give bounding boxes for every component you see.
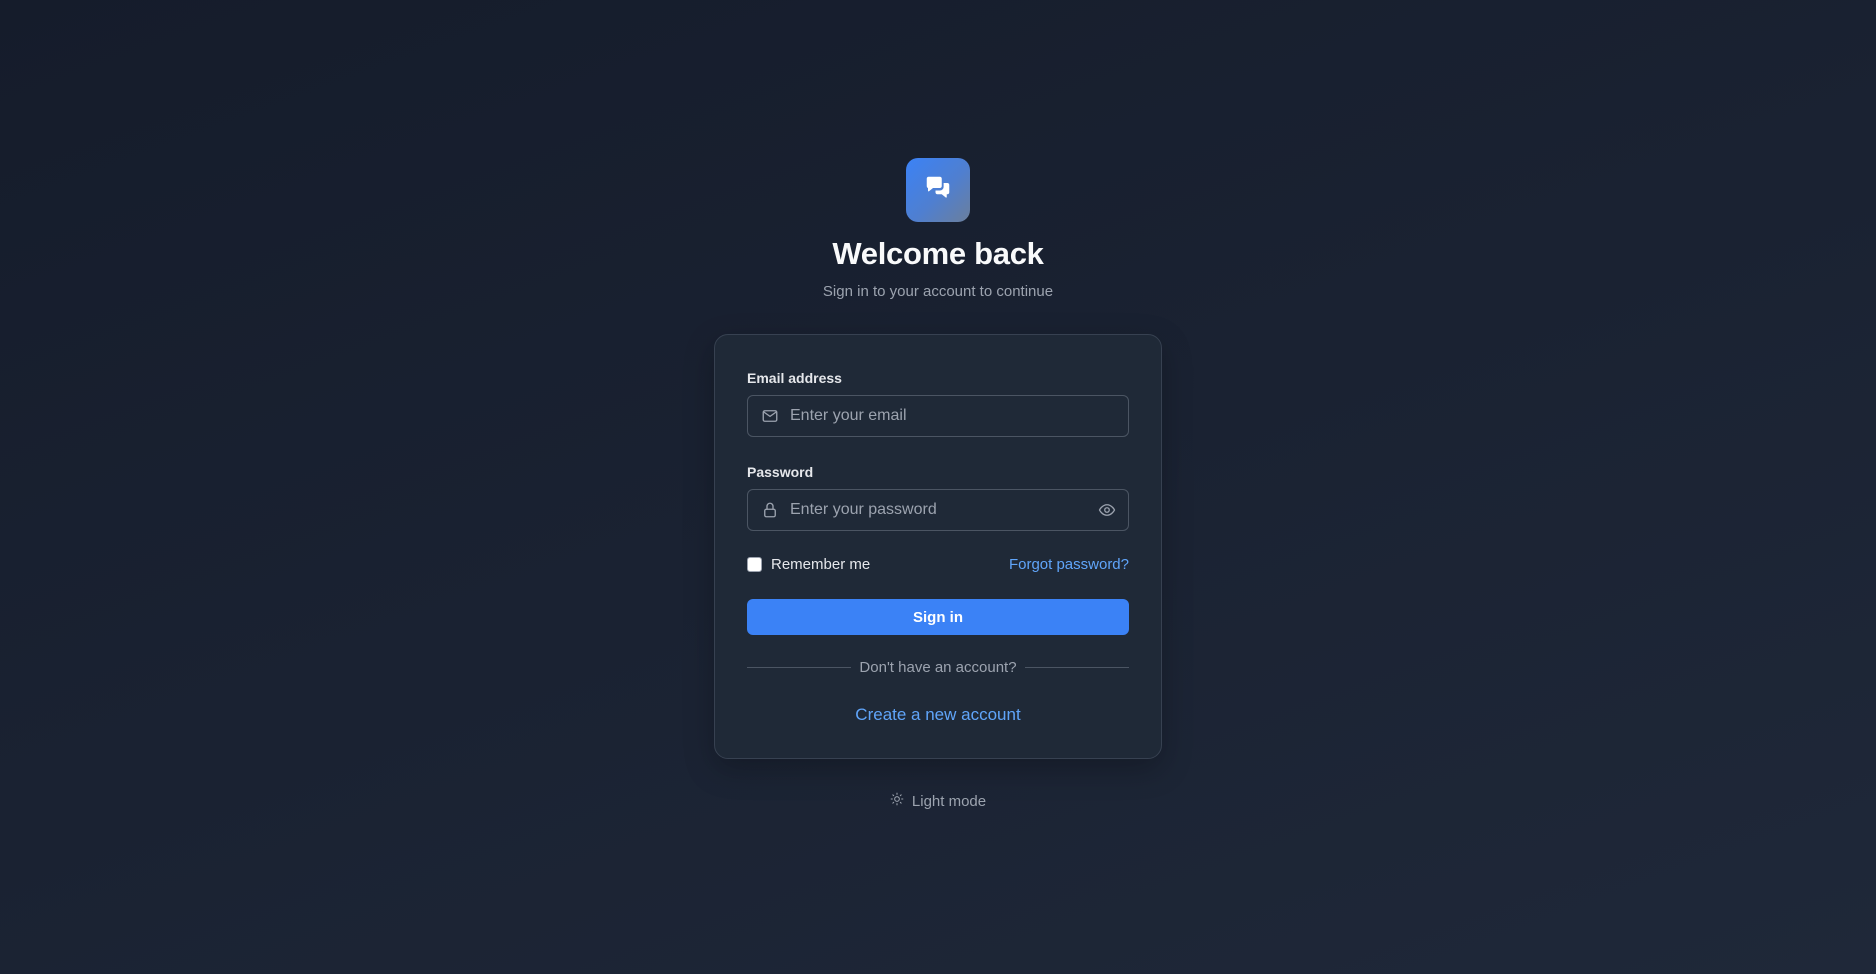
auth-page: Welcome back Sign in to your account to … [0,0,1876,974]
eye-icon[interactable] [1096,499,1118,521]
account-divider: Don't have an account? [747,659,1129,676]
email-label: Email address [747,370,842,386]
create-account-link[interactable]: Create a new account [715,705,1161,725]
sun-icon [890,792,912,810]
app-logo [906,158,970,222]
mail-icon [760,406,780,426]
sign-in-button[interactable]: Sign in [747,599,1129,635]
theme-toggle-row: Light mode [0,792,1876,810]
chat-bubbles-icon [923,173,953,208]
page-title: Welcome back [832,236,1044,271]
remember-me-checkbox[interactable] [747,557,762,572]
remember-me-toggle[interactable]: Remember me [747,556,870,573]
email-field[interactable] [747,395,1129,437]
remember-me-label: Remember me [771,556,871,573]
sign-in-card: Email address Password [714,334,1162,759]
theme-toggle-label: Light mode [911,792,987,810]
forgot-password-link[interactable]: Forgot password? [1009,556,1129,573]
password-input[interactable] [780,490,1096,530]
password-label: Password [747,464,814,480]
divider-text: Don't have an account? [859,659,1017,676]
password-field[interactable] [747,489,1129,531]
page-subtitle: Sign in to your account to continue [822,283,1054,300]
divider-line-right [1024,667,1129,668]
theme-toggle-button[interactable]: Light mode [890,792,986,810]
divider-line-left [747,667,852,668]
lock-icon [760,500,780,520]
email-input[interactable] [780,396,1128,436]
